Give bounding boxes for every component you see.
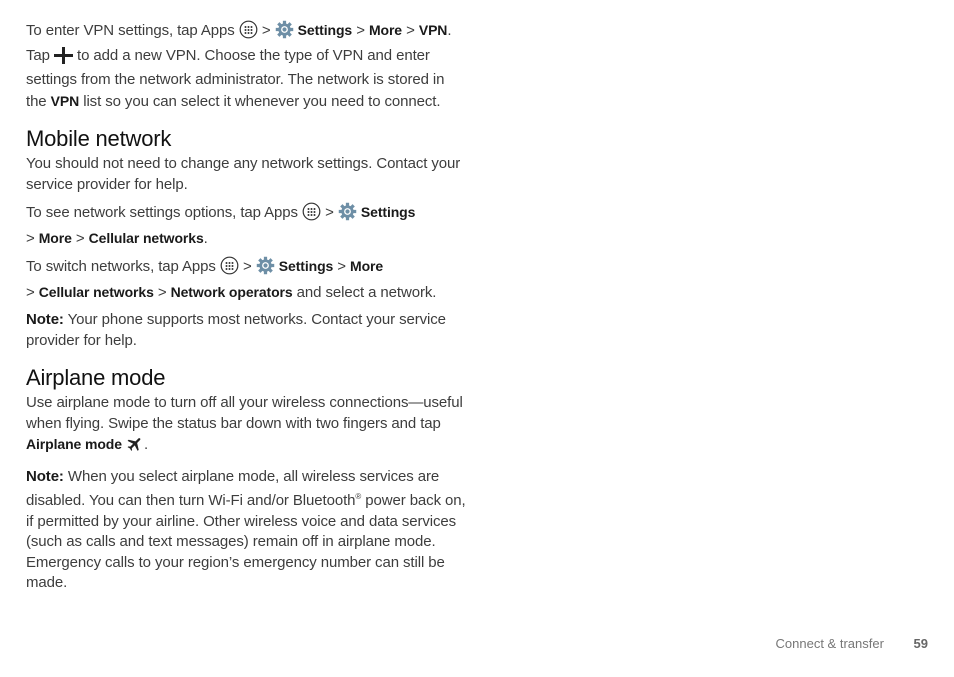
- apps-icon: [220, 256, 239, 282]
- settings-gear-icon: [256, 256, 275, 282]
- settings-gear-icon: [275, 20, 294, 46]
- section-name: Connect & transfer: [775, 636, 884, 651]
- plus-icon: [53, 46, 73, 71]
- mobile-note: Note: Your phone supports most networks.…: [26, 311, 446, 349]
- airplane-icon: [126, 435, 144, 460]
- airplane-note: Note: When you select airplane mode, all…: [26, 467, 466, 592]
- mobile-network-heading: Mobile network: [26, 126, 172, 151]
- apps-icon: [302, 202, 321, 228]
- vpn-paragraph: To enter VPN settings, tap Apps > Settin…: [26, 20, 452, 110]
- mobile-intro: You should not need to change any networ…: [26, 155, 461, 193]
- apps-icon: [239, 20, 258, 46]
- settings-gear-icon: [338, 202, 357, 228]
- airplane-intro: Use airplane mode to turn off all your w…: [26, 393, 466, 460]
- page-number: 59: [913, 636, 928, 651]
- mobile-settings-paragraph: To see network settings options, tap App…: [26, 202, 416, 247]
- page-content: To enter VPN settings, tap Apps > Settin…: [26, 20, 466, 601]
- page-footer: Connect & transfer 59: [776, 636, 928, 651]
- switch-networks-paragraph: To switch networks, tap Apps > Settings …: [26, 256, 437, 301]
- airplane-mode-heading: Airplane mode: [26, 365, 166, 390]
